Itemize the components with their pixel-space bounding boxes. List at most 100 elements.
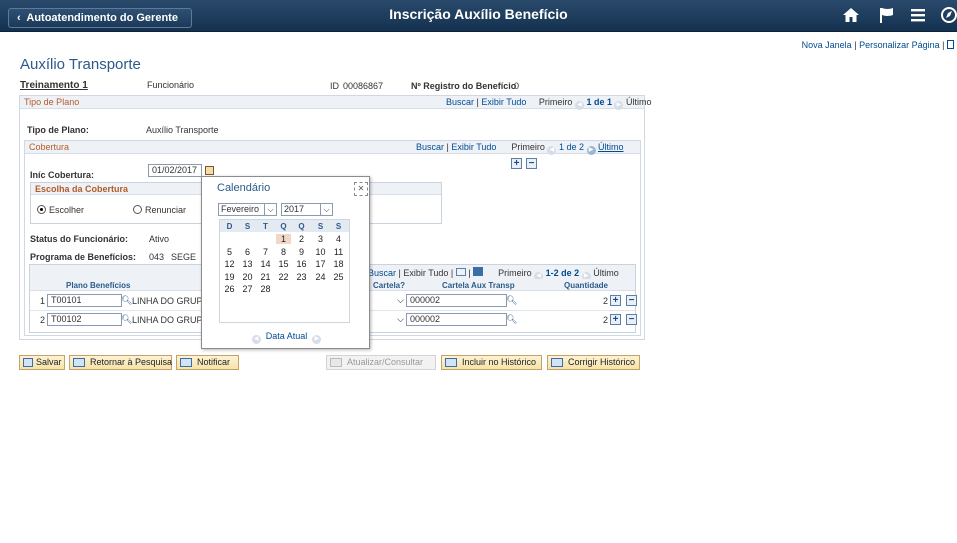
calendar-day[interactable]: 18 — [331, 259, 346, 269]
calendar-day[interactable]: 23 — [294, 272, 309, 282]
calendar-day[interactable]: 22 — [276, 272, 291, 282]
include-history-label: Incluir no Histórico — [462, 357, 537, 367]
calendar-day[interactable]: 13 — [240, 259, 255, 269]
flag-icon[interactable] — [878, 6, 896, 29]
calendar-day[interactable]: 9 — [294, 247, 309, 257]
calendar-day[interactable]: 10 — [313, 247, 328, 257]
year-value: 2017 — [284, 204, 305, 214]
next-icon[interactable]: ▶ — [586, 146, 596, 155]
lookup-icon[interactable]: 🔍︎ — [506, 314, 517, 325]
close-icon[interactable]: ✕ — [354, 182, 368, 196]
calendar-day[interactable]: 25 — [331, 272, 346, 282]
plan-input[interactable]: T00102 — [47, 313, 122, 326]
calendar-day[interactable]: 19 — [222, 272, 237, 282]
row-count: 1 de 2 — [558, 142, 584, 152]
plan-input[interactable]: T00101 — [47, 294, 122, 307]
search-link[interactable]: Buscar — [446, 97, 474, 107]
navbar-icon[interactable] — [940, 6, 957, 29]
radio-empty-icon[interactable] — [133, 205, 142, 214]
save-button[interactable]: Salvar — [19, 355, 65, 370]
download-icon[interactable] — [473, 267, 484, 276]
month-select[interactable]: Fevereiro ⌵ — [218, 203, 277, 216]
radio-selected-icon[interactable] — [37, 205, 46, 214]
search-link[interactable]: Buscar — [416, 142, 444, 152]
calendar-day[interactable]: 8 — [276, 247, 291, 257]
card-dropdown-chevron-icon[interactable]: ⌵ — [395, 295, 406, 306]
calendar-day[interactable]: 11 — [331, 247, 346, 257]
home-icon[interactable] — [842, 6, 860, 29]
calendar-day[interactable]: 21 — [258, 272, 273, 282]
new-window-link[interactable]: Nova Janela — [802, 40, 852, 50]
calendar-day[interactable]: 26 — [222, 284, 237, 294]
calendar-day[interactable]: 15 — [276, 259, 291, 269]
component-title: Auxílio Transporte — [20, 56, 141, 73]
view-all-link[interactable]: Exibir Tudo — [451, 142, 496, 152]
calendar-icon[interactable] — [205, 166, 214, 175]
chevron-down-icon[interactable]: ⌵ — [264, 204, 276, 215]
previous-icon[interactable]: ◀ — [547, 146, 557, 155]
correct-history-button[interactable]: Corrigir Histórico — [547, 355, 640, 370]
calendar-popup: Calendário ✕ Fevereiro ⌵ 2017 ⌵ DSTQQSS … — [201, 176, 370, 349]
menu-icon[interactable] — [910, 6, 926, 29]
view-all-link[interactable]: Exibir Tudo — [403, 268, 448, 278]
personalize-page-link[interactable]: Personalizar Página — [859, 40, 940, 50]
quantity-value[interactable]: 2 — [603, 315, 608, 325]
help-icon[interactable] — [947, 40, 954, 49]
calendar-day[interactable]: 12 — [222, 259, 237, 269]
quantity-value[interactable]: 2 — [603, 296, 608, 306]
card-aux-input[interactable]: 000002 — [406, 313, 507, 326]
calendar-day[interactable]: 3 — [313, 234, 328, 244]
calendar-day[interactable]: 6 — [240, 247, 255, 257]
calendar-day[interactable]: 1 — [276, 234, 291, 244]
add-row-icon[interactable]: + — [610, 314, 621, 325]
calendar-day[interactable]: 2 — [294, 234, 309, 244]
last-link[interactable]: Último — [598, 142, 624, 152]
include-history-button[interactable]: Incluir no Histórico — [441, 355, 542, 370]
year-select[interactable]: 2017 ⌵ — [281, 203, 333, 216]
coverage-start-date-input[interactable]: 01/02/2017 — [148, 164, 202, 177]
next-icon[interactable]: ▶ — [614, 101, 624, 110]
calendar-day[interactable]: 16 — [294, 259, 309, 269]
waive-radio[interactable]: Renunciar — [133, 205, 186, 215]
view-all-link[interactable]: Exibir Tudo — [481, 97, 526, 107]
current-date-link[interactable]: Data Atual — [266, 331, 308, 341]
calendar-day[interactable]: 17 — [313, 259, 328, 269]
add-row-icon[interactable]: + — [610, 295, 621, 306]
add-row-icon[interactable]: + — [511, 158, 522, 169]
calendar-day[interactable]: 27 — [240, 284, 255, 294]
calendar-day[interactable]: 20 — [240, 272, 255, 282]
first-label: Primeiro — [498, 268, 532, 278]
lookup-icon[interactable]: 🔍︎ — [121, 295, 132, 306]
row-count: 1-2 de 2 — [545, 268, 580, 278]
calendar-day[interactable]: 7 — [258, 247, 273, 257]
calendar-day-name: S — [335, 222, 342, 231]
previous-month-icon[interactable]: ◀ — [251, 335, 261, 344]
lookup-icon[interactable]: 🔍︎ — [506, 295, 517, 306]
first-label: Primeiro — [511, 142, 545, 152]
return-to-search-button[interactable]: Retornar à Pesquisa — [69, 355, 172, 370]
lookup-icon[interactable]: 🔍︎ — [121, 314, 132, 325]
search-link[interactable]: Buscar — [368, 268, 396, 278]
calendar-day[interactable]: 4 — [331, 234, 346, 244]
delete-row-icon[interactable]: − — [626, 314, 637, 325]
benefit-registration-label: Nº Registro do Benefício — [411, 81, 517, 91]
delete-row-icon[interactable]: − — [526, 158, 537, 169]
previous-icon[interactable]: ◀ — [574, 101, 584, 110]
calendar-day[interactable]: 14 — [258, 259, 273, 269]
employee-role: Funcionário — [147, 80, 195, 90]
calendar-day[interactable]: 28 — [258, 284, 273, 294]
calendar-day[interactable]: 24 — [313, 272, 328, 282]
calendar-day[interactable]: 5 — [222, 247, 237, 257]
zoom-icon[interactable] — [455, 268, 466, 276]
save-icon — [23, 358, 33, 367]
card-aux-input[interactable]: 000002 — [406, 294, 507, 307]
next-month-icon[interactable]: ▶ — [312, 335, 322, 344]
update-display-button[interactable]: Atualizar/Consultar — [326, 355, 436, 370]
choose-radio[interactable]: Escolher — [37, 205, 84, 215]
card-dropdown-chevron-icon[interactable]: ⌵ — [395, 314, 406, 325]
plan-description: LINHA DO GRUPO — [132, 315, 210, 325]
notify-button[interactable]: Notificar — [176, 355, 239, 370]
month-value: Fevereiro — [221, 204, 260, 214]
chevron-down-icon[interactable]: ⌵ — [320, 204, 332, 215]
delete-row-icon[interactable]: − — [626, 295, 637, 306]
